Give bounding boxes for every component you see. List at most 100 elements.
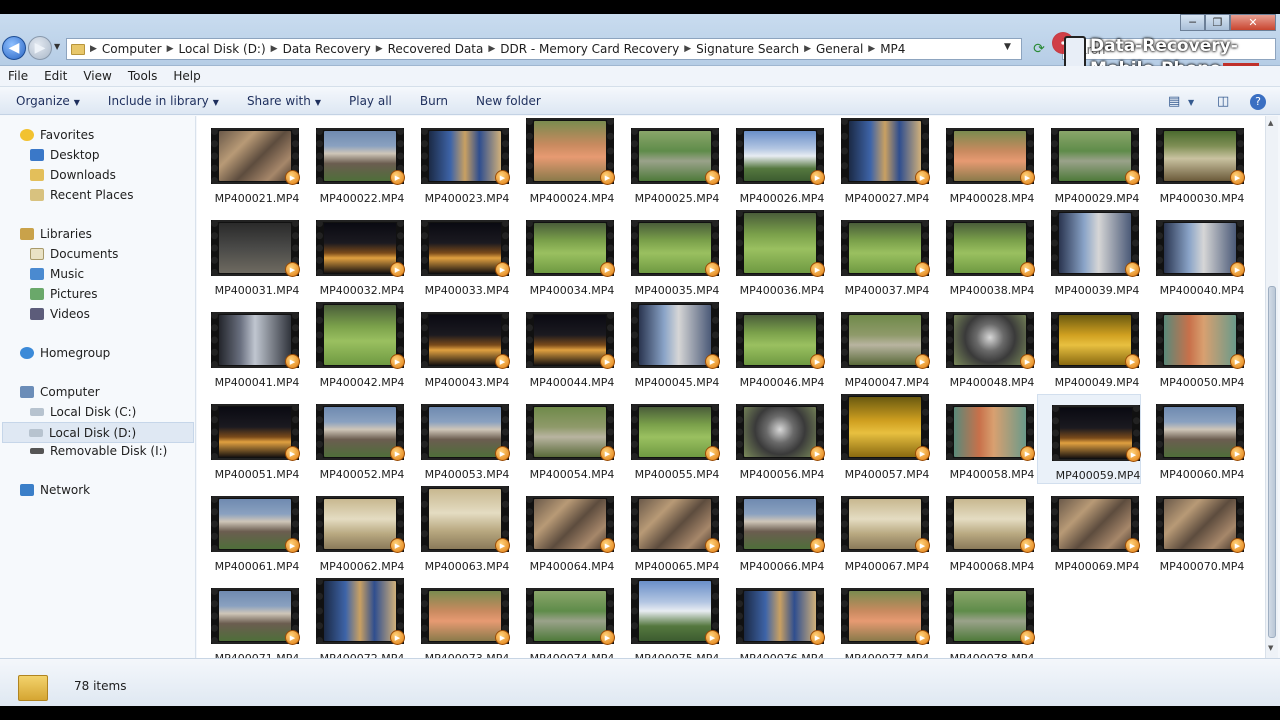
chevron-down-icon[interactable]: ▼ [1188, 98, 1194, 107]
file-item[interactable]: ▶ MP400051.MP4 [197, 394, 301, 484]
sidebar-item-removable-disk-i[interactable]: Removable Disk (I:) [30, 444, 167, 458]
breadcrumb-separator-icon[interactable]: ▶ [487, 44, 496, 54]
file-item[interactable]: ▶ MP400030.MP4 [1142, 118, 1246, 208]
toolbar-share-with-button[interactable]: Share with ▼ [247, 94, 321, 108]
file-item[interactable]: ▶ MP400069.MP4 [1037, 486, 1141, 576]
file-item[interactable]: ▶MP400072.MP4 [302, 578, 406, 658]
toolbar-new-folder-button[interactable]: New folder [476, 94, 541, 108]
breadcrumb-separator-icon[interactable]: ▶ [867, 44, 876, 54]
breadcrumb-item[interactable]: Recovered Data [384, 42, 488, 56]
sidebar-item-recent-places[interactable]: Recent Places [30, 188, 133, 202]
sidebar-network[interactable]: Network [20, 483, 90, 497]
file-item[interactable]: ▶ MP400066.MP4 [722, 486, 826, 576]
file-item[interactable]: ▶ MP400049.MP4 [1037, 302, 1141, 392]
file-item[interactable]: ▶ MP400054.MP4 [512, 394, 616, 484]
breadcrumb-item[interactable]: Computer [98, 42, 166, 56]
breadcrumb-separator-icon[interactable]: ▶ [166, 44, 175, 54]
file-item[interactable]: ▶ MP400034.MP4 [512, 210, 616, 300]
file-item[interactable]: ▶ MP400028.MP4 [932, 118, 1036, 208]
file-item[interactable]: ▶ MP400047.MP4 [827, 302, 931, 392]
file-item[interactable]: ▶ MP400064.MP4 [512, 486, 616, 576]
breadcrumb-item[interactable]: Data Recovery [279, 42, 375, 56]
menu-item-edit[interactable]: Edit [44, 69, 67, 83]
file-item[interactable]: ▶MP400073.MP4 [407, 578, 511, 658]
file-item[interactable]: ▶ MP400040.MP4 [1142, 210, 1246, 300]
menu-item-tools[interactable]: Tools [128, 69, 158, 83]
scroll-up-arrow-icon[interactable]: ▲ [1268, 119, 1273, 127]
help-icon[interactable]: ? [1250, 94, 1266, 110]
toolbar-play-all-button[interactable]: Play all [349, 94, 392, 108]
file-item[interactable]: ▶ MP400070.MP4 [1142, 486, 1246, 576]
file-item[interactable]: ▶ MP400065.MP4 [617, 486, 721, 576]
breadcrumb-separator-icon[interactable]: ▶ [270, 44, 279, 54]
file-item[interactable]: ▶ MP400035.MP4 [617, 210, 721, 300]
sidebar-favorites[interactable]: Favorites [20, 128, 94, 142]
toolbar-burn-button[interactable]: Burn [420, 94, 448, 108]
menu-item-file[interactable]: File [8, 69, 28, 83]
file-item[interactable]: ▶MP400078.MP4 [932, 578, 1036, 658]
scroll-down-arrow-icon[interactable]: ▼ [1268, 644, 1273, 652]
file-item[interactable]: ▶ MP400067.MP4 [827, 486, 931, 576]
file-item[interactable]: ▶ MP400043.MP4 [407, 302, 511, 392]
file-item[interactable]: ▶ MP400023.MP4 [407, 118, 511, 208]
sidebar-item-videos[interactable]: Videos [30, 307, 90, 321]
file-item[interactable]: ▶MP400077.MP4 [827, 578, 931, 658]
close-button[interactable]: ✕ [1230, 14, 1276, 31]
file-item[interactable]: ▶ MP400026.MP4 [722, 118, 826, 208]
scrollbar-thumb[interactable] [1268, 286, 1276, 638]
file-item[interactable]: ▶ MP400061.MP4 [197, 486, 301, 576]
file-item[interactable]: ▶ MP400037.MP4 [827, 210, 931, 300]
file-list[interactable]: ▶ MP400021.MP4 ▶ MP400022.MP4 ▶ MP400023.MP4 ▶… [197, 116, 1265, 658]
file-item[interactable]: ▶ MP400038.MP4 [932, 210, 1036, 300]
file-item[interactable]: ▶ MP400027.MP4 [827, 118, 931, 208]
sidebar-libraries[interactable]: Libraries [20, 227, 92, 241]
file-item[interactable]: ▶ MP400056.MP4 [722, 394, 826, 484]
breadcrumb[interactable]: ▶ Computer ▶ Local Disk (D:) ▶ Data Recovery ▶… [66, 38, 1022, 60]
file-item[interactable]: ▶ MP400039.MP4 [1037, 210, 1141, 300]
file-item[interactable]: ▶ MP400024.MP4 [512, 118, 616, 208]
back-button[interactable]: ◀ [2, 36, 26, 60]
breadcrumb-separator-icon[interactable]: ▶ [89, 44, 98, 54]
forward-button[interactable]: ▶ [28, 36, 52, 60]
file-item[interactable]: ▶ MP400044.MP4 [512, 302, 616, 392]
file-item[interactable]: ▶ MP400062.MP4 [302, 486, 406, 576]
file-item[interactable]: ▶ MP400042.MP4 [302, 302, 406, 392]
file-item[interactable]: ▶ MP400045.MP4 [617, 302, 721, 392]
maximize-button[interactable]: ❐ [1205, 14, 1230, 31]
breadcrumb-separator-icon[interactable]: ▶ [375, 44, 384, 54]
file-item[interactable]: ▶MP400071.MP4 [197, 578, 301, 658]
breadcrumb-separator-icon[interactable]: ▶ [803, 44, 812, 54]
sidebar-item-documents[interactable]: Documents [30, 247, 118, 261]
file-item[interactable]: ▶MP400074.MP4 [512, 578, 616, 658]
sidebar-item-pictures[interactable]: Pictures [30, 287, 98, 301]
sidebar-item-desktop[interactable]: Desktop [30, 148, 100, 162]
breadcrumb-item[interactable]: Local Disk (D:) [175, 42, 270, 56]
vertical-scrollbar[interactable]: ▲ ▼ [1265, 116, 1278, 658]
file-item[interactable]: ▶MP400076.MP4 [722, 578, 826, 658]
menu-item-view[interactable]: View [83, 69, 111, 83]
toolbar-organize-button[interactable]: Organize ▼ [16, 94, 80, 108]
file-item[interactable]: ▶ MP400063.MP4 [407, 486, 511, 576]
file-item[interactable]: ▶ MP400025.MP4 [617, 118, 721, 208]
file-item[interactable]: ▶ MP400053.MP4 [407, 394, 511, 484]
file-item[interactable]: ▶ MP400055.MP4 [617, 394, 721, 484]
sidebar-computer[interactable]: Computer [20, 385, 100, 399]
breadcrumb-item[interactable]: MP4 [876, 42, 909, 56]
file-item[interactable]: ▶ MP400033.MP4 [407, 210, 511, 300]
file-item[interactable]: ▶ MP400032.MP4 [302, 210, 406, 300]
sidebar-item-local-disk-d[interactable]: Local Disk (D:) [2, 422, 194, 443]
file-item[interactable]: ▶ MP400060.MP4 [1142, 394, 1246, 484]
file-item[interactable]: ▶ MP400041.MP4 [197, 302, 301, 392]
file-item[interactable]: ▶ MP400048.MP4 [932, 302, 1036, 392]
breadcrumb-item[interactable]: DDR - Memory Card Recovery [496, 42, 683, 56]
file-item[interactable]: ▶ MP400029.MP4 [1037, 118, 1141, 208]
file-item[interactable]: ▶ MP400036.MP4 [722, 210, 826, 300]
file-item[interactable]: ▶ MP400050.MP4 [1142, 302, 1246, 392]
file-item[interactable]: ▶ MP400031.MP4 [197, 210, 301, 300]
minimize-button[interactable]: ─ [1180, 14, 1205, 31]
breadcrumb-item[interactable]: General [812, 42, 867, 56]
file-item[interactable]: ▶ MP400059.MP4 [1037, 394, 1141, 484]
file-item[interactable]: ▶ MP400046.MP4 [722, 302, 826, 392]
recent-pages-dropdown[interactable]: ▼ [54, 42, 60, 51]
file-item[interactable]: ▶ MP400021.MP4 [197, 118, 301, 208]
